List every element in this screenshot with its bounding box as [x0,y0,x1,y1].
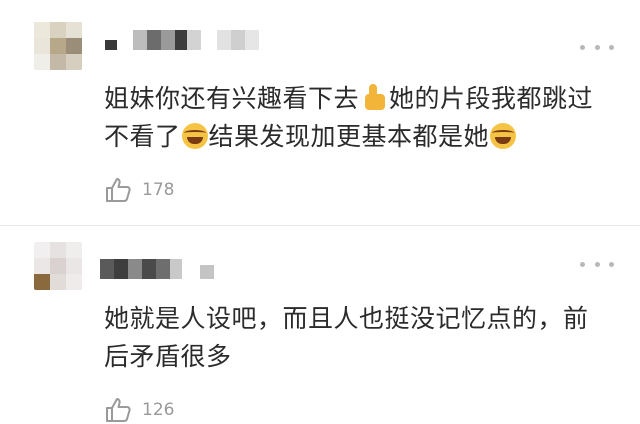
thumbs-up-icon [361,83,387,111]
more-options-icon[interactable] [580,258,614,270]
like-count: 178 [142,180,175,200]
like-count: 126 [142,400,175,420]
laughing-face-icon [490,123,517,149]
comment-text: 她就是人设吧，而且人也挺没记忆点的，前 后矛盾很多 [104,304,589,371]
more-options-icon[interactable] [580,41,614,53]
thumbs-up-icon [106,178,131,202]
username-pixelated[interactable] [105,30,265,50]
comment-text: 姐妹你还有兴趣看下去 她的片段我都跳过 不看了 结果发现加更基本都是她 [104,83,594,151]
like-button[interactable]: 178 [104,176,174,204]
avatar[interactable] [34,242,82,290]
avatar[interactable] [34,22,82,70]
laughing-face-icon [181,123,208,149]
thumbs-up-icon [106,398,131,422]
username-pixelated[interactable] [100,259,220,279]
comment-item: 姐妹你还有兴趣看下去 她的片段我都跳过 不看了 结果发现加更基本都是她 178 [0,0,640,226]
like-button[interactable]: 126 [104,396,174,424]
